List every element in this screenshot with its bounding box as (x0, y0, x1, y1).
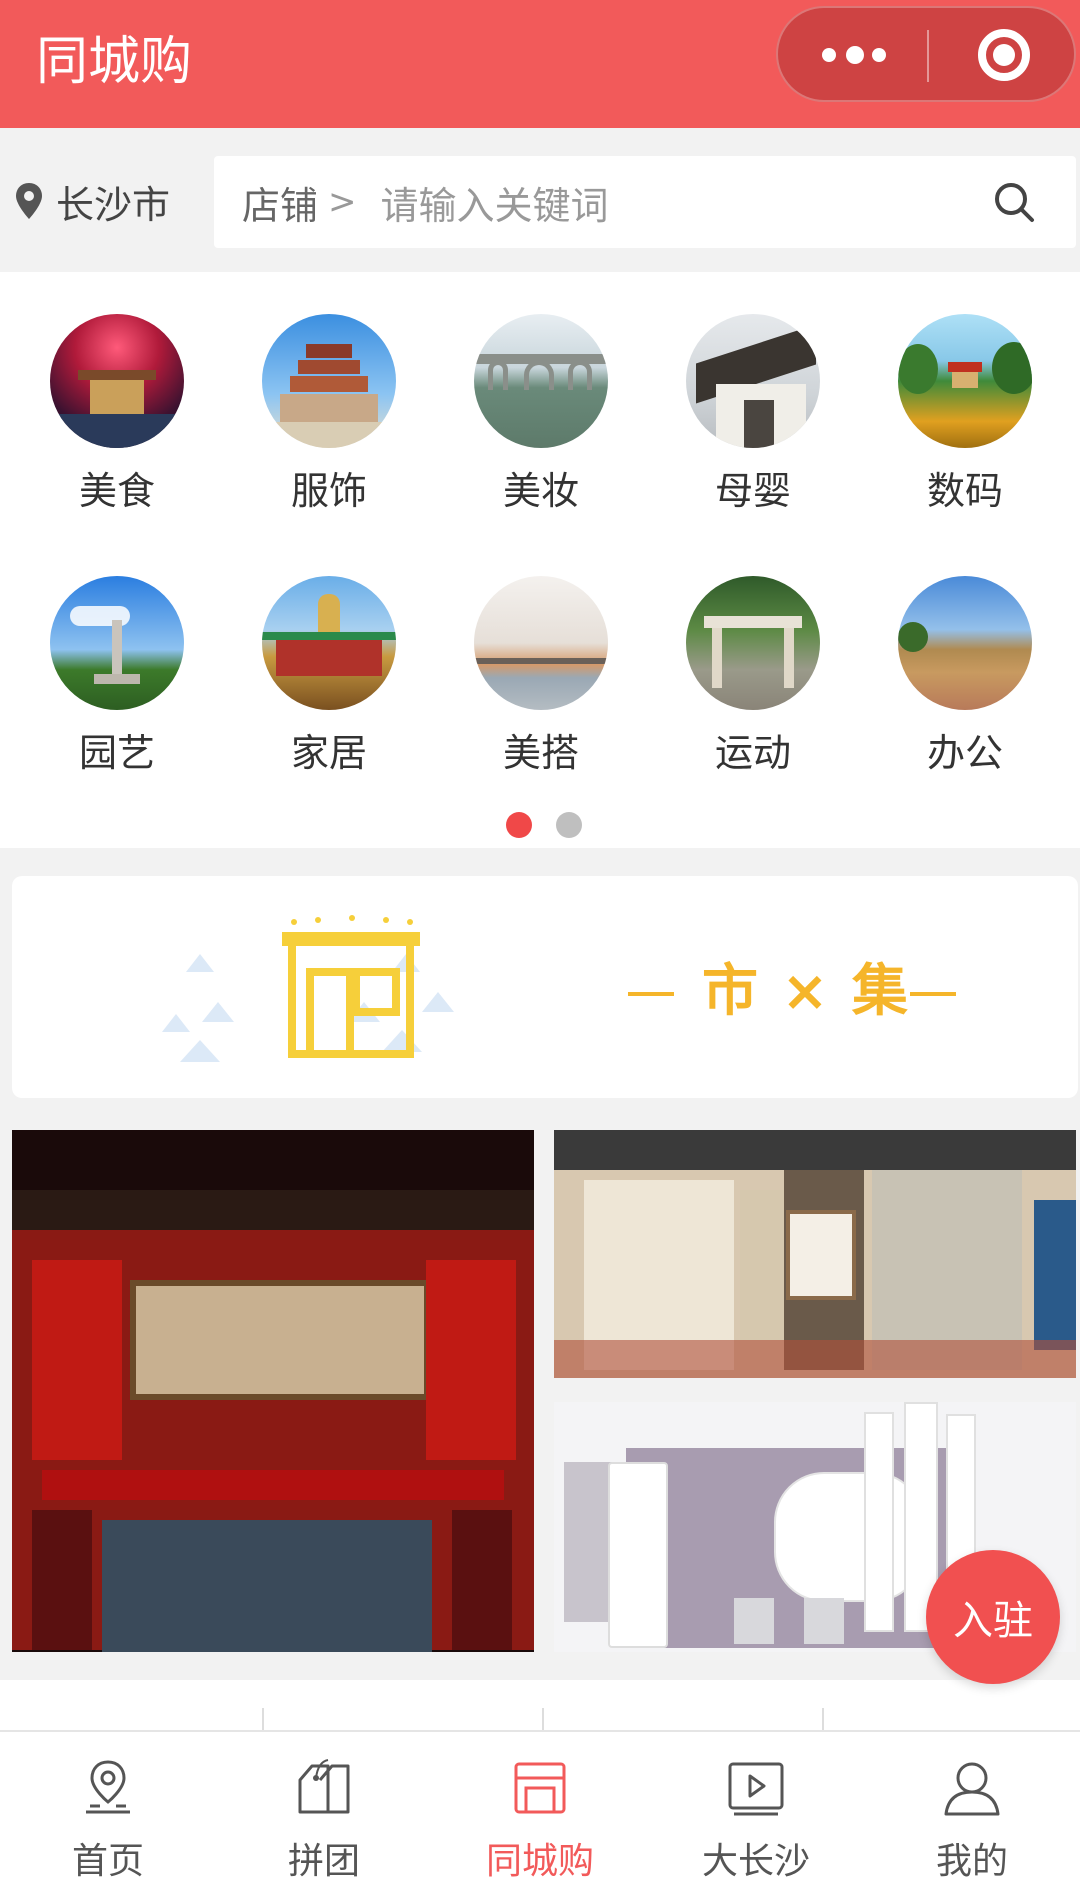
category-item-bangong[interactable]: 办公 (858, 534, 1070, 775)
nav-item-local-shop[interactable]: 同城购 (432, 1732, 648, 1898)
search-bar: 长沙市 店铺 > 请输入关键词 (0, 128, 1080, 272)
pager-dot-active[interactable] (506, 812, 532, 838)
category-label: 美食 (78, 469, 155, 513)
category-label: 办公 (926, 731, 1003, 775)
capsule-divider (927, 30, 929, 82)
bottom-nav: 首页 拼团 同城购 大长沙 我的 (0, 1730, 1080, 1898)
nav-label: 大长沙 (701, 1841, 810, 1882)
category-image (474, 314, 608, 448)
nav-label: 拼团 (287, 1841, 360, 1882)
search-placeholder: 请输入关键词 (380, 183, 609, 228)
category-item-muying[interactable]: 母婴 (646, 272, 858, 513)
title-dash-left (628, 992, 674, 996)
chevron-right-icon: > (328, 182, 357, 222)
nav-label: 同城购 (485, 1841, 594, 1882)
pager-dot[interactable] (556, 812, 582, 838)
location-pin-icon (16, 183, 42, 219)
title-dash-right (910, 992, 956, 996)
category-item-yundong[interactable]: 运动 (646, 534, 858, 775)
category-image (686, 576, 820, 710)
tag-icon (298, 1759, 350, 1814)
store-icon (514, 1762, 566, 1814)
store-image-binlang[interactable] (12, 1130, 534, 1652)
category-item-meishi[interactable]: 美食 (10, 272, 222, 513)
market-title: 市 × 集 (702, 959, 910, 1024)
nav-item-home[interactable]: 首页 (0, 1732, 216, 1898)
category-item-meida[interactable]: 美搭 (434, 534, 646, 775)
category-item-shuma[interactable]: 数码 (858, 272, 1070, 513)
category-label: 数码 (926, 469, 1003, 513)
search-input[interactable]: 店铺 > 请输入关键词 (214, 156, 1076, 248)
page-title: 同城购 (36, 32, 193, 92)
category-label: 美搭 (502, 731, 579, 775)
market-banner[interactable]: 市 × 集 (12, 876, 1078, 1098)
category-image (262, 314, 396, 448)
nav-item-mine[interactable]: 我的 (864, 1732, 1080, 1898)
category-image (50, 314, 184, 448)
category-label: 运动 (714, 731, 791, 775)
category-item-meizhuang[interactable]: 美妆 (434, 272, 646, 513)
store-image-wallpaper[interactable] (554, 1130, 1076, 1378)
category-item-jiaju[interactable]: 家居 (222, 534, 434, 775)
category-label: 母婴 (714, 469, 791, 513)
nav-label: 我的 (935, 1841, 1008, 1882)
category-label: 园艺 (78, 731, 155, 775)
app-header: 同城购 (0, 0, 1080, 128)
category-image (898, 576, 1032, 710)
category-item-fushi[interactable]: 服饰 (222, 272, 434, 513)
market-store-icon (162, 915, 454, 1062)
category-item-yuanyi[interactable]: 园艺 (10, 534, 222, 775)
category-image (686, 314, 820, 448)
search-scope[interactable]: 店铺 (242, 175, 318, 230)
location-home-icon (86, 1760, 130, 1814)
join-button[interactable]: 入驻 (926, 1550, 1060, 1684)
category-image (474, 576, 608, 710)
city-selector[interactable]: 长沙市 (14, 156, 170, 246)
nav-label: 首页 (71, 1841, 144, 1882)
more-button[interactable] (778, 8, 926, 100)
video-play-icon (728, 1762, 784, 1816)
category-label: 服饰 (290, 469, 367, 513)
miniprogram-capsule (776, 6, 1076, 102)
close-button[interactable] (930, 8, 1076, 100)
category-label: 美妆 (502, 469, 579, 513)
user-icon (944, 1762, 1000, 1816)
city-label: 长沙市 (56, 182, 171, 227)
category-image (50, 576, 184, 710)
nav-item-group-buy[interactable]: 拼团 (216, 1732, 432, 1898)
search-icon[interactable] (992, 180, 1036, 224)
nav-item-changsha[interactable]: 大长沙 (648, 1732, 864, 1898)
category-image (262, 576, 396, 710)
category-grid: 美食 服饰 美妆 母婴 数码 园艺 家居 美搭 运动 办公 (0, 272, 1080, 848)
category-label: 家居 (290, 731, 367, 775)
category-image (898, 314, 1032, 448)
